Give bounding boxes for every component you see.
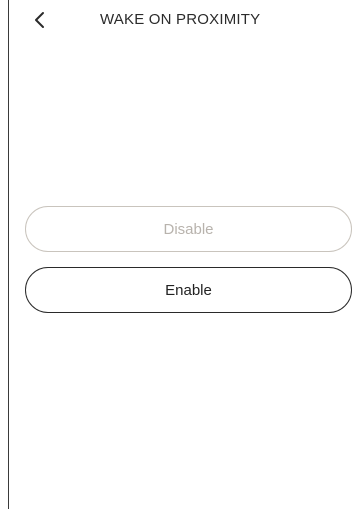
header-bar: WAKE ON PROXIMITY: [0, 0, 363, 44]
left-edge-divider: [8, 0, 9, 509]
chevron-left-icon: [33, 11, 47, 29]
enable-button-label: Enable: [165, 281, 212, 299]
disable-button[interactable]: Disable: [25, 206, 352, 252]
disable-button-label: Disable: [163, 220, 214, 238]
enable-button[interactable]: Enable: [25, 267, 352, 313]
back-button[interactable]: [28, 8, 52, 32]
page-title: WAKE ON PROXIMITY: [100, 11, 261, 28]
